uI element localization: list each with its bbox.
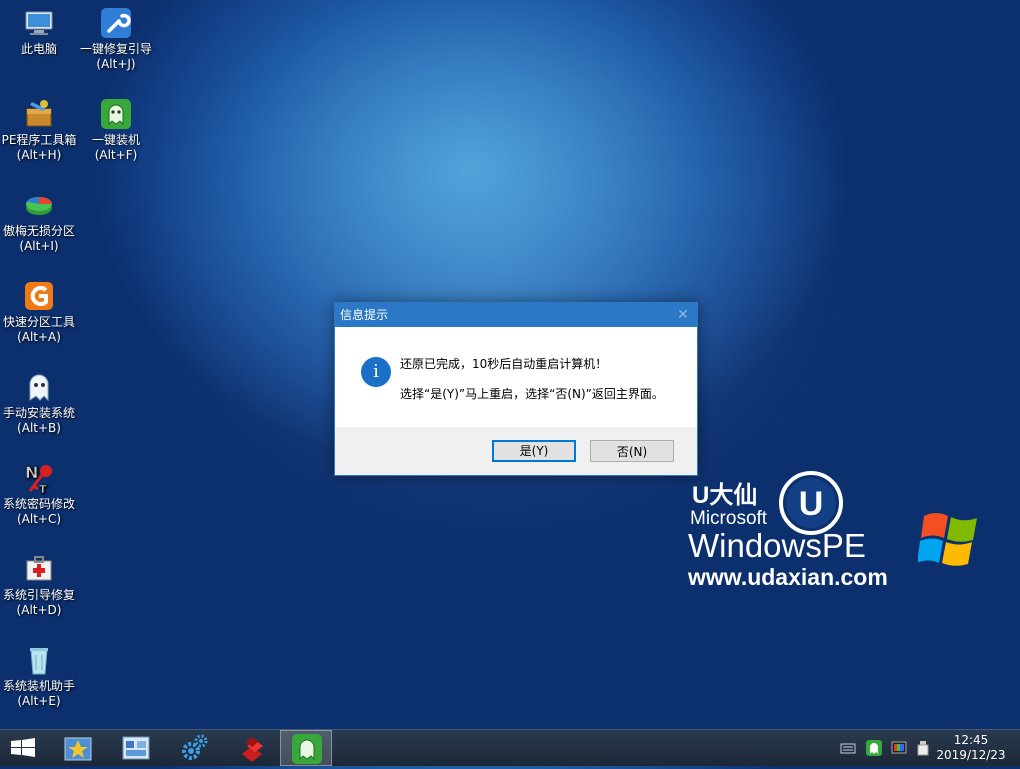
system-clock[interactable]: 12:45 2019/12/23 [930,733,1012,763]
brand-url: www.udaxian.com [688,564,888,590]
desktop-icon-shortcut: (Alt+D) [16,603,62,617]
desktop-icon-install-assistant[interactable]: 系统装机助手 (Alt+E) [0,643,81,709]
info-dialog: 信息提示 ✕ i 还原已完成，10秒后自动重启计算机！ 选择“是(Y)”马上重启… [334,302,698,476]
dialog-button-bar: 是(Y) 否(N) [335,427,697,475]
clock-date: 2019/12/23 [936,748,1006,762]
brand-name: U大仙 [692,482,758,509]
red-blocks-icon [242,737,263,762]
desktop-icon-shortcut: (Alt+H) [16,148,62,162]
desktop-icon-label: 傲梅无损分区 [2,224,75,238]
desktop-icon-label: 系统引导修复 [2,588,75,602]
no-button[interactable]: 否(N) [590,440,674,462]
desktop-icon-boot-repair[interactable]: 系统引导修复 (Alt+D) [0,552,81,618]
desktop-icon-label: PE程序工具箱 [1,133,77,147]
usb-drive-icon[interactable] [915,740,931,756]
udaxian-logo-icon: U [779,471,843,535]
desktop-icon-label: 一键装机 [91,133,140,147]
green-ghost-icon [101,99,131,129]
desktop-icon-this-pc[interactable]: 此电脑 [0,6,81,57]
first-aid-kit-icon [26,556,52,581]
desktop-icon-pe-toolbox[interactable]: PE程序工具箱 (Alt+H) [0,97,81,163]
desktop-icon-shortcut: (Alt+C) [16,512,62,526]
wrench-icon [101,8,131,38]
color-display-icon[interactable] [891,740,907,756]
desktop-icon-shortcut: (Alt+I) [19,239,59,253]
desktop-icon-shortcut: (Alt+E) [17,694,61,708]
computer-icon [25,11,53,35]
taskbar-app-registry[interactable] [110,730,162,766]
windows-flag-icon [918,513,977,566]
yes-button[interactable]: 是(Y) [492,440,576,462]
green-ghost-icon [292,734,322,764]
dialog-title: 信息提示 [340,308,389,322]
tray-ghost-icon[interactable] [866,740,882,756]
toolbox-icon [26,100,52,127]
logo-letter: U [799,485,824,523]
desktop-icon-shortcut: (Alt+B) [17,421,61,435]
taskbar-app-blocks[interactable] [226,730,278,766]
key-icon: N T [25,463,52,495]
desktop-icon-label: 此电脑 [20,42,57,56]
clock-time: 12:45 [953,733,989,747]
svg-text:N: N [25,463,38,482]
diskgenius-icon [25,282,53,310]
desktop-icon-shortcut: (Alt+F) [94,148,138,162]
dialog-message-primary: 还原已完成，10秒后自动重启计算机！ [400,357,608,371]
keyboard-icon[interactable] [840,740,856,756]
svg-text:T: T [39,483,47,495]
start-button[interactable] [0,730,46,766]
desktop-icon-password-change[interactable]: N T 系统密码修改 (Alt+C) [0,461,81,527]
desktop-icon-label: 手动安装系统 [2,406,75,420]
desktop-icon-label: 一键修复引导 [79,42,152,56]
desktop-icon-boot-fix[interactable]: 一键修复引导 (Alt+J) [74,6,158,72]
desktop-icon-one-key-install[interactable]: 一键装机 (Alt+F) [74,97,158,163]
gears-icon [182,734,208,760]
window-grid-icon [122,736,150,760]
dialog-body: i 还原已完成，10秒后自动重启计算机！ 选择“是(Y)”马上重启，选择“否(N… [335,327,697,425]
desktop-icon-label: 系统装机助手 [2,679,75,693]
recycle-bin-icon [30,648,48,675]
taskbar-app-one-key-install[interactable] [280,730,332,766]
desktop-icon-aomei-partition[interactable]: 傲梅无损分区 (Alt+I) [0,188,81,254]
taskbar: 12:45 2019/12/23 [0,729,1020,766]
dialog-title-bar[interactable]: 信息提示 ✕ [335,303,697,327]
desktop-icon-manual-install[interactable]: 手动安装系统 (Alt+B) [0,370,81,436]
partition-disk-icon [26,197,52,215]
desktop-icon-shortcut: (Alt+A) [17,330,61,344]
desktop-icon-label: 系统密码修改 [2,497,75,511]
close-icon[interactable]: ✕ [675,303,691,327]
taskbar-app-desktop-tools[interactable] [52,730,104,766]
desktop-icon-quick-partition[interactable]: 快速分区工具 (Alt+A) [0,279,81,345]
desktop-icon-label: 快速分区工具 [2,315,75,329]
info-icon: i [361,357,391,387]
ghost-icon [29,374,49,402]
desktop-icon-shortcut: (Alt+J) [96,57,136,71]
windows-start-icon [11,738,35,757]
taskbar-app-settings[interactable] [168,730,220,766]
dialog-message-secondary: 选择“是(Y)”马上重启，选择“否(N)”返回主界面。 [400,387,664,401]
star-gear-icon [64,737,92,761]
